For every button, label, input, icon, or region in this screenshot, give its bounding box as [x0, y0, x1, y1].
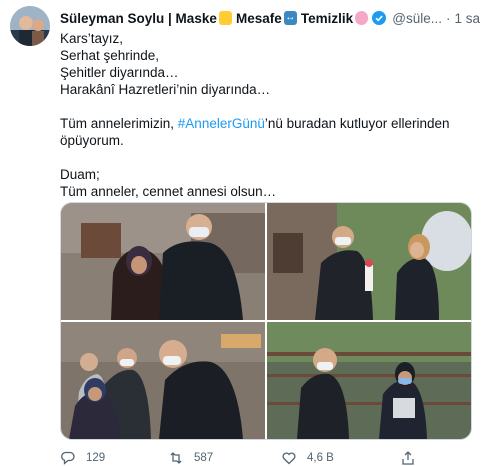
mask-face-emoji-icon — [218, 11, 232, 25]
text-line: Tüm anneler, cennet annesi olsun… — [60, 184, 277, 199]
text-line: Harakânî Hazretleri’nin diyarında… — [60, 82, 271, 97]
text-line: Şehitler diyarında… — [60, 65, 179, 80]
author-name-part-2[interactable]: Mesafe — [236, 11, 282, 26]
text-line: Serhat şehrinde, — [60, 48, 160, 63]
verified-badge-icon — [372, 11, 387, 25]
tweet[interactable]: Süleyman Soylu | Maske Mesafe ↔ Temizlik… — [0, 0, 490, 465]
left-right-arrow-emoji-icon: ↔ — [283, 11, 297, 25]
text-fragment: Tüm annelerimizin, — [60, 116, 178, 131]
soap-emoji-icon — [355, 11, 369, 25]
photo-4[interactable] — [267, 322, 471, 439]
reply-count: 129 — [86, 452, 106, 464]
photo-2[interactable] — [267, 203, 471, 320]
hashtag-link[interactable]: #AnnelerGünü — [178, 116, 265, 131]
text-line: Duam; — [60, 167, 100, 182]
text-paragraph: Tüm annelerimizin, #AnnelerGünü’nü burad… — [60, 115, 480, 149]
photo-1[interactable] — [61, 203, 265, 320]
tweet-time[interactable]: 1 sa — [454, 11, 480, 26]
like-count: 4,6 B — [307, 452, 334, 464]
text-line: Kars’tayız, — [60, 31, 124, 46]
tweet-header: Süleyman Soylu | Maske Mesafe ↔ Temizlik… — [60, 9, 480, 27]
retweet-count: 587 — [194, 452, 214, 464]
photo-3[interactable] — [61, 322, 265, 439]
separator-dot: · — [445, 10, 451, 26]
media-grid — [60, 202, 472, 440]
author-handle[interactable]: @süle... — [392, 11, 442, 26]
author-name-part-3[interactable]: Temizlik — [301, 11, 353, 26]
tweet-text: Kars’tayız, Serhat şehrinde, Şehitler di… — [60, 30, 480, 200]
author-name[interactable]: Süleyman Soylu | Maske — [60, 11, 217, 26]
avatar[interactable] — [10, 6, 50, 46]
